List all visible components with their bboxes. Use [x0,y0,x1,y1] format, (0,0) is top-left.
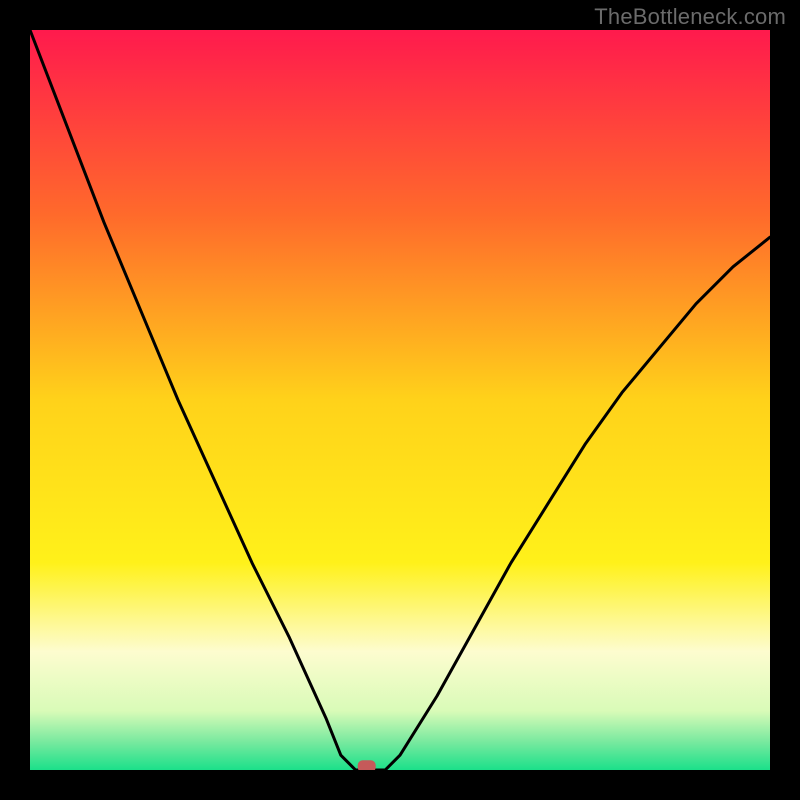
gradient-background [30,30,770,770]
plot-area [30,30,770,770]
chart-frame: TheBottleneck.com [0,0,800,800]
optimal-point-marker [358,760,376,770]
watermark-text: TheBottleneck.com [594,4,786,30]
plot-svg [30,30,770,770]
